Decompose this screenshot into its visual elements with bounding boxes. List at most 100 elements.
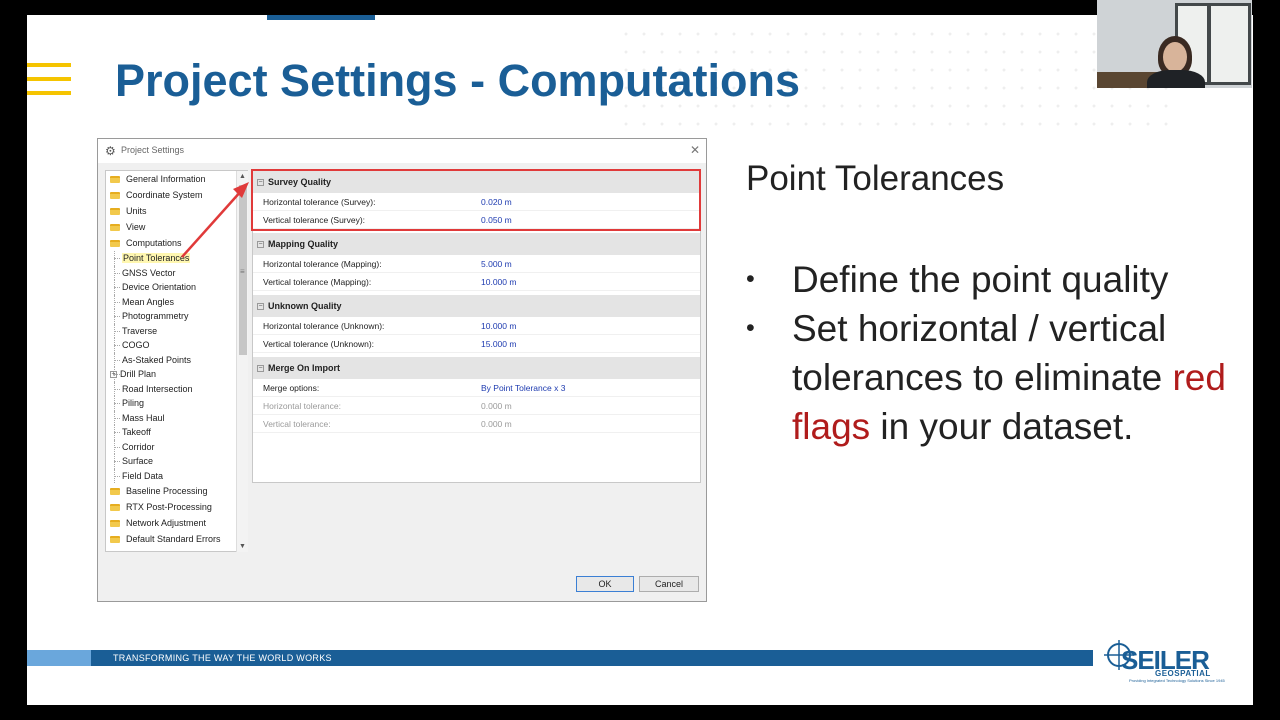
tree-subitem-label: GNSS Vector bbox=[122, 267, 176, 278]
footer-accent bbox=[27, 650, 91, 666]
folder-icon bbox=[110, 239, 120, 247]
menu-line bbox=[27, 91, 71, 95]
tree-subitem[interactable]: Traverse bbox=[106, 323, 247, 338]
logo-subtext: GEOSPATIAL bbox=[1155, 669, 1211, 678]
footer-bar: TRANSFORMING THE WAY THE WORLD WORKS bbox=[27, 650, 1093, 666]
tree-connector bbox=[114, 388, 120, 390]
tree-subitem[interactable]: Mean Angles bbox=[106, 294, 247, 309]
tree-subitem[interactable]: Corridor bbox=[106, 439, 247, 454]
property-value[interactable]: By Point Tolerance x 3 bbox=[471, 383, 565, 393]
tree-item[interactable]: Units bbox=[106, 203, 247, 219]
tree-connector bbox=[114, 475, 120, 477]
property-row: Horizontal tolerance: 0.000 m bbox=[253, 397, 700, 415]
collapse-icon[interactable]: − bbox=[257, 178, 264, 186]
tree-connector bbox=[114, 432, 120, 433]
tree-subitem[interactable]: Surface bbox=[106, 454, 247, 469]
property-row[interactable]: Horizontal tolerance (Survey): 0.020 m bbox=[253, 193, 700, 211]
property-label: Vertical tolerance (Unknown): bbox=[263, 338, 375, 349]
side-heading: Point Tolerances bbox=[746, 159, 1005, 198]
property-value[interactable]: 15.000 m bbox=[471, 339, 516, 349]
property-value[interactable]: 0.050 m bbox=[471, 215, 512, 225]
tree-subitem-label: Drill Plan bbox=[120, 369, 157, 380]
tree-subitem[interactable]: Piling bbox=[106, 396, 247, 411]
section-title: Mapping Quality bbox=[268, 239, 339, 249]
close-icon[interactable]: ✕ bbox=[690, 143, 700, 157]
property-value[interactable]: 10.000 m bbox=[471, 277, 516, 287]
tree-item[interactable]: Computations bbox=[106, 235, 247, 251]
tree-subitem[interactable]: + Drill Plan bbox=[106, 367, 247, 382]
bullet-text: Define the point quality bbox=[792, 259, 1169, 300]
scroll-down-icon[interactable]: ▼ bbox=[239, 543, 246, 550]
tree-subitem[interactable]: Device Orientation bbox=[106, 280, 247, 295]
bullet-item: • Define the point quality bbox=[746, 255, 1246, 304]
tree-item[interactable]: Baseline Processing bbox=[106, 483, 247, 499]
logo-tagline: Providing Integrated Technology Solution… bbox=[1129, 678, 1225, 683]
tree-subitem[interactable]: COGO bbox=[106, 338, 247, 353]
tree-subitem[interactable]: Point Tolerances bbox=[106, 251, 247, 266]
tree-subitem-label: Device Orientation bbox=[122, 282, 197, 293]
property-row[interactable]: Horizontal tolerance (Mapping): 5.000 m bbox=[253, 255, 700, 273]
tree-connector bbox=[114, 287, 120, 288]
tree-subitem-label: Field Data bbox=[122, 470, 164, 481]
property-value[interactable]: 0.020 m bbox=[471, 197, 512, 207]
property-section-header[interactable]: − Mapping Quality bbox=[253, 233, 700, 255]
collapse-icon[interactable]: − bbox=[257, 302, 264, 310]
tree-scrollbar[interactable]: ▲ ≡ ▼ bbox=[236, 171, 248, 552]
hamburger-menu-icon[interactable] bbox=[27, 63, 71, 103]
tree-subitem-label: COGO bbox=[122, 340, 150, 351]
grip-icon: ≡ bbox=[240, 267, 245, 276]
tree-subitem[interactable]: Mass Haul bbox=[106, 410, 247, 425]
collapse-icon[interactable]: − bbox=[257, 364, 264, 372]
tree-item[interactable]: Default Standard Errors bbox=[106, 531, 247, 547]
tree-item[interactable]: General Information bbox=[106, 171, 247, 187]
tree-item[interactable]: Coordinate System bbox=[106, 187, 247, 203]
property-label: Horizontal tolerance (Survey): bbox=[263, 196, 376, 207]
property-section-header[interactable]: − Unknown Quality bbox=[253, 295, 700, 317]
tree-subitem-label: Photogrammetry bbox=[122, 311, 189, 322]
property-value[interactable]: 10.000 m bbox=[471, 321, 516, 331]
property-row[interactable]: Vertical tolerance (Unknown): 15.000 m bbox=[253, 335, 700, 353]
property-value: 0.000 m bbox=[481, 400, 512, 411]
section-title: Unknown Quality bbox=[268, 301, 342, 311]
property-label: Horizontal tolerance (Unknown): bbox=[263, 320, 385, 331]
folder-icon bbox=[110, 519, 120, 527]
folder-icon bbox=[110, 487, 120, 495]
webcam-window-frame bbox=[1207, 3, 1211, 85]
tree-subitem[interactable]: Photogrammetry bbox=[106, 309, 247, 324]
scroll-up-icon[interactable]: ▲ bbox=[239, 173, 246, 180]
tree-subitem[interactable]: Road Intersection bbox=[106, 381, 247, 396]
bullet-dot: • bbox=[746, 265, 755, 293]
property-value: 0.000 m bbox=[481, 418, 512, 429]
property-value[interactable]: 5.000 m bbox=[471, 259, 512, 269]
tree-item[interactable]: RTX Post-Processing bbox=[106, 499, 247, 515]
tree-subitem[interactable]: As-Staked Points bbox=[106, 352, 247, 367]
menu-line bbox=[27, 77, 71, 81]
property-row[interactable]: Horizontal tolerance (Unknown): 10.000 m bbox=[253, 317, 700, 335]
tree-item-label: Units bbox=[126, 206, 147, 216]
property-row[interactable]: Merge options: By Point Tolerance x 3 bbox=[253, 379, 700, 397]
tree-subitem[interactable]: GNSS Vector bbox=[106, 265, 247, 280]
property-section-header[interactable]: − Merge On Import bbox=[253, 357, 700, 379]
property-section-header[interactable]: − Survey Quality bbox=[253, 171, 700, 193]
expand-icon[interactable]: + bbox=[110, 370, 117, 378]
collapse-icon[interactable]: − bbox=[257, 240, 264, 248]
tree-connector bbox=[114, 403, 120, 404]
gear-icon: ⚙ bbox=[105, 144, 116, 158]
menu-line bbox=[27, 63, 71, 67]
tree-item[interactable]: Network Adjustment bbox=[106, 515, 247, 531]
ok-button[interactable]: OK bbox=[576, 576, 634, 592]
tree-subitem[interactable]: Field Data bbox=[106, 468, 247, 483]
property-row[interactable]: Vertical tolerance (Survey): 0.050 m bbox=[253, 211, 700, 229]
cancel-button[interactable]: Cancel bbox=[639, 576, 699, 592]
property-row: Vertical tolerance: 0.000 m bbox=[253, 415, 700, 433]
tree-subitem-label: Mass Haul bbox=[122, 412, 165, 423]
tree-item-label: View bbox=[126, 222, 146, 232]
tree-item[interactable]: View bbox=[106, 219, 247, 235]
bullet-list: • Define the point quality • Set horizon… bbox=[746, 255, 1246, 451]
property-row[interactable]: Vertical tolerance (Mapping): 10.000 m bbox=[253, 273, 700, 291]
tree-subitem-label: Traverse bbox=[122, 325, 158, 336]
tree-subitem-label: Surface bbox=[122, 456, 154, 467]
tree-connector bbox=[114, 272, 120, 274]
tree-subitem[interactable]: Takeoff bbox=[106, 425, 247, 440]
bullet-dot: • bbox=[746, 314, 755, 342]
